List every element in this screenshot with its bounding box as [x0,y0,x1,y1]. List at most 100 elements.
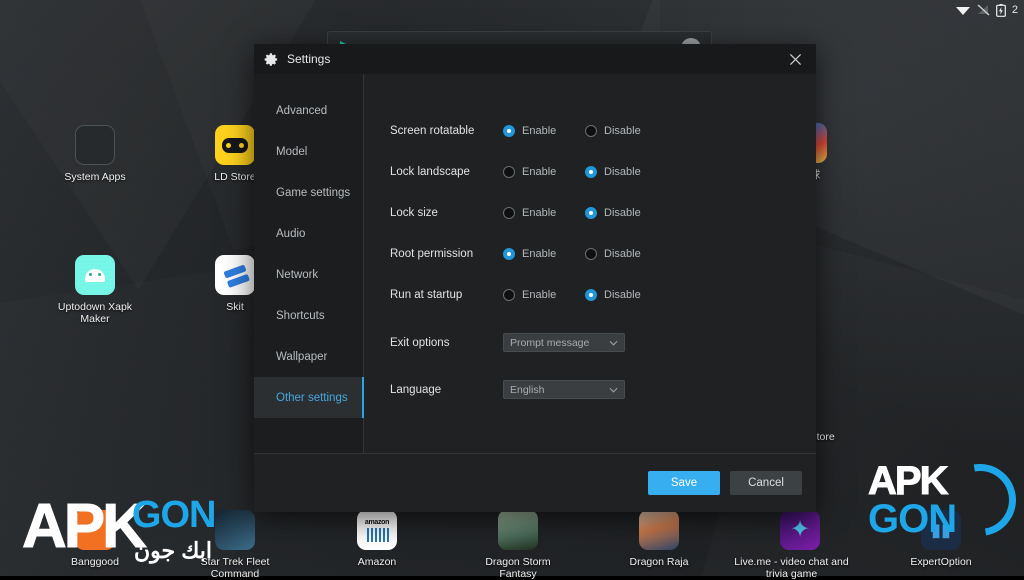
liveme-icon: ✦ [780,510,820,550]
radio-label: Disable [604,247,641,260]
setting-label: Run at startup [390,288,463,301]
sidebar-item-shortcuts[interactable]: Shortcuts [254,295,363,336]
radio-lock-size-enable[interactable]: Enable [503,206,585,219]
settings-dialog: Settings Advanced Model Game settings Au… [254,44,816,512]
radio-indicator [503,124,515,137]
app-label: ExpertOption [910,556,972,568]
sidebar-item-label: Audio [276,227,306,240]
wifi-icon [955,4,971,16]
skit-icon [215,255,255,295]
save-button[interactable]: Save [648,471,720,495]
desktop-app-system-apps[interactable]: System Apps [47,125,143,183]
sidebar-item-label: Wallpaper [276,350,328,363]
sidebar-item-game-settings[interactable]: Game settings [254,172,363,213]
app-label: Star Trek Fleet Command [200,556,270,580]
star-trek-fleet-command-icon [215,510,255,550]
radio-run-at-startup-disable[interactable]: Disable [585,288,667,301]
uptodown-xapk-maker-icon [75,255,115,295]
radio-label: Disable [604,124,641,137]
dropdown-value: English [510,383,545,396]
radio-lock-size-disable[interactable]: Disable [585,206,667,219]
setting-row-screen-rotatable: Screen rotatable Enable Disable [390,110,816,151]
app-label: Dragon Raja [629,556,689,568]
desktop-app-expertoption[interactable]: ▮▮ ExpertOption [893,510,989,568]
sidebar-item-wallpaper[interactable]: Wallpaper [254,336,363,377]
sidebar-item-label: Model [276,145,308,158]
radio-indicator [503,247,515,260]
dialog-titlebar: Settings [254,44,816,74]
radio-group-lock-landscape: Enable Disable [503,165,667,178]
app-label: Uptodown Xapk Maker [57,301,133,325]
setting-label: Root permission [390,247,474,260]
exit-options-dropdown[interactable]: Prompt message [503,333,625,352]
sidebar-item-audio[interactable]: Audio [254,213,363,254]
sidebar-item-label: Game settings [276,186,351,199]
radio-root-permission-enable[interactable]: Enable [503,247,585,260]
dragon-raja-icon [639,510,679,550]
radio-lock-landscape-enable[interactable]: Enable [503,165,585,178]
app-label: Banggood [71,556,119,568]
radio-indicator [585,288,597,301]
gear-icon [264,52,279,67]
dragon-storm-fantasy-icon [498,510,538,550]
ld-store-icon [215,125,255,165]
radio-label: Disable [604,206,641,219]
radio-indicator [585,247,597,260]
banggood-icon [75,510,115,550]
expertoption-icon: ▮▮ [921,510,961,550]
desktop-app-banggood[interactable]: Banggood [47,510,143,568]
radio-label: Enable [522,165,557,178]
desktop-app-star-trek-fleet-command[interactable]: Star Trek Fleet Command [187,510,283,580]
chevron-down-icon [609,338,618,348]
dialog-body: Advanced Model Game settings Audio Netwo… [254,74,816,453]
dialog-title: Settings [287,52,331,66]
desktop-app-liveme[interactable]: ✦ Live.me - video chat and trivia game [734,510,849,580]
radio-indicator [585,206,597,219]
radio-label: Enable [522,206,557,219]
sidebar-item-other-settings[interactable]: Other settings [254,377,364,418]
setting-row-lock-landscape: Lock landscape Enable Disable [390,151,816,192]
desktop-app-amazon[interactable]: amazon Amazon [329,510,425,568]
setting-row-run-at-startup: Run at startup Enable Disable [390,274,816,315]
radio-indicator [503,206,515,219]
setting-row-lock-size: Lock size Enable Disable [390,192,816,233]
sidebar-item-model[interactable]: Model [254,131,363,172]
system-apps-icon [75,125,115,165]
radio-label: Enable [522,288,557,301]
radio-group-run-at-startup: Enable Disable [503,288,667,301]
dialog-footer: Save Cancel [254,453,816,512]
radio-group-root-permission: Enable Disable [503,247,667,260]
battery-icon [995,3,1006,17]
radio-group-lock-size: Enable Disable [503,206,667,219]
radio-run-at-startup-enable[interactable]: Enable [503,288,585,301]
sidebar-item-advanced[interactable]: Advanced [254,90,363,131]
android-status-bar: 2 [0,0,1024,20]
radio-indicator [503,165,515,178]
app-label: Amazon [357,556,397,568]
desktop-app-uptodown-xapk-maker[interactable]: Uptodown Xapk Maker [47,255,143,325]
app-label: System Apps [64,171,126,183]
cancel-button[interactable]: Cancel [730,471,802,495]
setting-label: Lock size [390,206,438,219]
radio-indicator [585,124,597,137]
setting-row-exit-options: Exit options Prompt message [390,319,816,366]
language-dropdown[interactable]: English [503,380,625,399]
settings-sidebar: Advanced Model Game settings Audio Netwo… [254,74,364,453]
status-bar-trailing-text: 2 [1011,4,1018,16]
sidebar-item-network[interactable]: Network [254,254,363,295]
radio-screen-rotatable-enable[interactable]: Enable [503,124,585,137]
radio-label: Disable [604,288,641,301]
app-label: Dragon Storm Fantasy [485,556,551,580]
radio-root-permission-disable[interactable]: Disable [585,247,667,260]
sidebar-item-label: Other settings [276,391,348,404]
desktop-app-dragon-storm-fantasy[interactable]: Dragon Storm Fantasy [470,510,566,580]
desktop-app-dragon-raja[interactable]: Dragon Raja [611,510,707,568]
close-icon[interactable] [782,47,808,71]
radio-screen-rotatable-disable[interactable]: Disable [585,124,667,137]
sidebar-item-label: Network [276,268,319,281]
settings-content: Screen rotatable Enable Disable Lock lan… [364,74,816,453]
radio-lock-landscape-disable[interactable]: Disable [585,165,667,178]
sidebar-item-label: Shortcuts [276,309,325,322]
chevron-down-icon [609,385,618,395]
sidebar-item-label: Advanced [276,104,328,117]
